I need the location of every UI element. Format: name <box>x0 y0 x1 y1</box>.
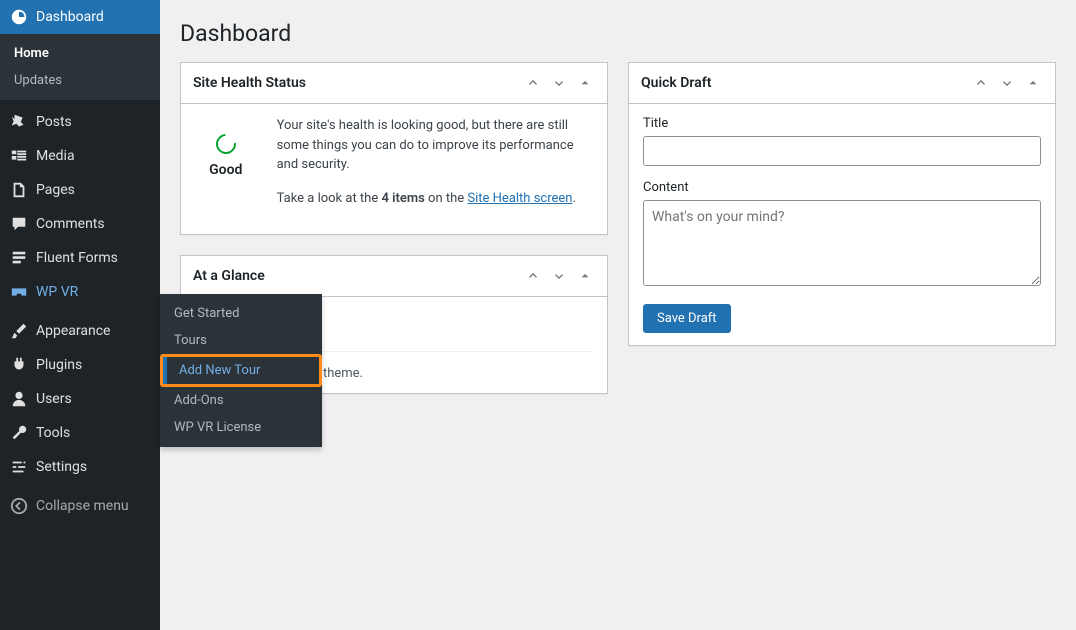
media-icon <box>10 147 28 165</box>
sidebar-item-comments[interactable]: Comments <box>0 207 160 241</box>
quick-draft-title-label: Title <box>643 116 1041 131</box>
sidebar-item-settings[interactable]: Settings <box>0 450 160 484</box>
sidebar-label-media: Media <box>36 148 75 164</box>
sidebar-label-dashboard: Dashboard <box>36 9 104 25</box>
sidebar-label-collapse: Collapse menu <box>36 498 129 514</box>
toggle-icon[interactable] <box>575 73 595 93</box>
card-quick-draft: Quick Draft Title Content <box>628 62 1056 346</box>
card-title-site-health: Site Health Status <box>193 75 306 91</box>
submenu-item-license[interactable]: WP VR License <box>160 414 322 441</box>
highlight-box: Add New Tour <box>160 354 322 387</box>
sidebar-label-settings: Settings <box>36 459 87 475</box>
sidebar-label-pages: Pages <box>36 182 75 198</box>
collapse-icon <box>10 497 28 515</box>
sidebar-label-posts: Posts <box>36 114 72 130</box>
health-status-text: Good <box>195 162 257 178</box>
submenu-item-add-new-tour[interactable]: Add New Tour <box>163 357 319 384</box>
sliders-icon <box>10 458 28 476</box>
brush-icon <box>10 322 28 340</box>
quick-draft-content-label: Content <box>643 180 1041 195</box>
sidebar-label-tools: Tools <box>36 425 70 441</box>
sidebar-label-plugins: Plugins <box>36 357 82 373</box>
pin-icon <box>10 113 28 131</box>
toggle-icon[interactable] <box>575 266 595 286</box>
sidebar-item-media[interactable]: Media <box>0 139 160 173</box>
site-health-items: Take a look at the 4 items on the Site H… <box>277 189 593 209</box>
sidebar-sub-home[interactable]: Home <box>0 40 160 67</box>
submenu-item-add-ons[interactable]: Add-Ons <box>160 387 322 414</box>
forms-icon <box>10 249 28 267</box>
sidebar-item-tools[interactable]: Tools <box>0 416 160 450</box>
site-health-link[interactable]: Site Health screen <box>467 191 572 206</box>
sidebar-item-wp-vr[interactable]: WP VR <box>0 275 160 309</box>
quick-draft-content-textarea[interactable] <box>643 200 1041 286</box>
move-up-icon[interactable] <box>523 266 543 286</box>
sidebar-item-pages[interactable]: Pages <box>0 173 160 207</box>
site-health-desc: Your site's health is looking good, but … <box>277 116 593 175</box>
comments-icon <box>10 215 28 233</box>
sidebar-item-plugins[interactable]: Plugins <box>0 348 160 382</box>
sidebar-submenu-dashboard: Home Updates <box>0 34 160 100</box>
card-title-quick-draft: Quick Draft <box>641 75 711 91</box>
sidebar-item-collapse[interactable]: Collapse menu <box>0 489 160 523</box>
save-draft-button[interactable]: Save Draft <box>643 304 731 333</box>
card-title-glance: At a Glance <box>193 268 265 284</box>
user-icon <box>10 390 28 408</box>
submenu-item-get-started[interactable]: Get Started <box>160 300 322 327</box>
sidebar-sub-updates[interactable]: Updates <box>0 67 160 94</box>
plug-icon <box>10 356 28 374</box>
sidebar-label-fluent-forms: Fluent Forms <box>36 250 118 266</box>
sidebar-item-dashboard[interactable]: Dashboard <box>0 0 160 34</box>
submenu-wp-vr: Get Started Tours Add New Tour Add-Ons W… <box>160 294 322 447</box>
move-up-icon[interactable] <box>523 73 543 93</box>
sidebar-label-wp-vr: WP VR <box>36 284 78 300</box>
sidebar-label-users: Users <box>36 391 72 407</box>
sidebar-item-fluent-forms[interactable]: Fluent Forms <box>0 241 160 275</box>
move-down-icon[interactable] <box>549 266 569 286</box>
pages-icon <box>10 181 28 199</box>
quick-draft-title-input[interactable] <box>643 136 1041 166</box>
sidebar-item-appearance[interactable]: Appearance <box>0 314 160 348</box>
move-down-icon[interactable] <box>549 73 569 93</box>
toggle-icon[interactable] <box>1023 73 1043 93</box>
page-title: Dashboard <box>180 0 1056 62</box>
card-site-health: Site Health Status Good Your <box>180 62 608 235</box>
site-health-indicator: Good <box>195 116 257 222</box>
wrench-icon <box>10 424 28 442</box>
sidebar-item-users[interactable]: Users <box>0 382 160 416</box>
move-up-icon[interactable] <box>971 73 991 93</box>
admin-sidebar: Dashboard Home Updates Posts Media Pages… <box>0 0 160 630</box>
vr-icon <box>10 283 28 301</box>
sidebar-item-posts[interactable]: Posts <box>0 105 160 139</box>
health-circle-icon <box>212 130 240 158</box>
submenu-item-tours[interactable]: Tours <box>160 327 322 354</box>
dashboard-icon <box>10 8 28 26</box>
move-down-icon[interactable] <box>997 73 1017 93</box>
sidebar-label-comments: Comments <box>36 216 105 232</box>
sidebar-label-appearance: Appearance <box>36 323 110 339</box>
